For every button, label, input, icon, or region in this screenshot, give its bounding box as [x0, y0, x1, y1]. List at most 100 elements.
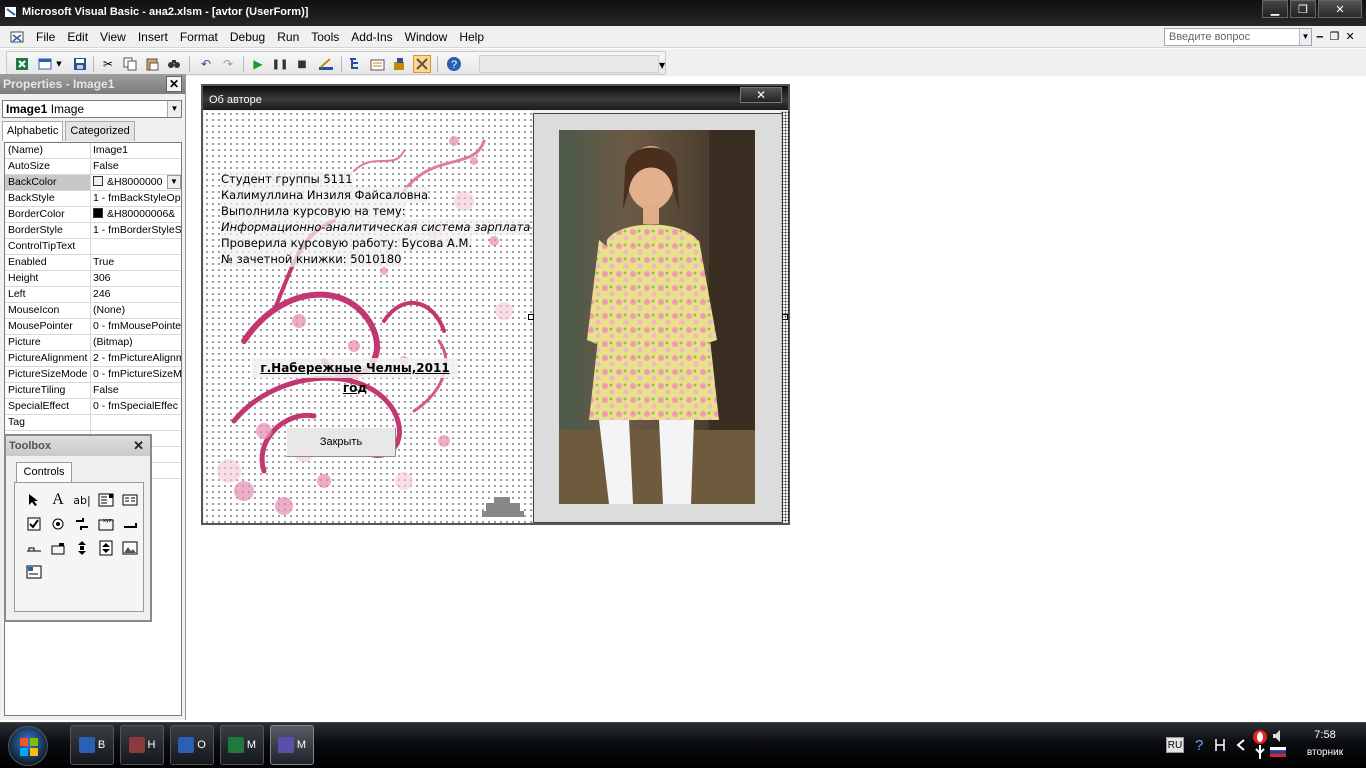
menu-file[interactable]: File — [30, 30, 61, 44]
listbox-tool-icon[interactable] — [121, 491, 139, 509]
minimize-button[interactable]: ▁ — [1262, 0, 1288, 18]
copy-icon[interactable] — [121, 55, 139, 73]
property-value[interactable]: 306 — [91, 271, 181, 286]
image1-control[interactable] — [533, 113, 783, 523]
multipage-tool-icon[interactable] — [49, 539, 67, 557]
property-row[interactable]: Picture (Bitmap) — [5, 335, 181, 351]
form-system-menu-icon[interactable] — [9, 29, 27, 45]
help-icon[interactable]: ? — [445, 55, 463, 73]
toolbox-icon[interactable] — [413, 55, 431, 73]
property-value[interactable]: 1 - fmBorderStyleS — [91, 223, 181, 238]
property-value[interactable]: 246 — [91, 287, 181, 302]
property-row[interactable]: ControlTipText — [5, 239, 181, 255]
menu-add-ins[interactable]: Add-Ins — [345, 30, 398, 44]
network-icon[interactable] — [1214, 737, 1226, 753]
properties-close-button[interactable]: ✕ — [166, 76, 182, 92]
tab-controls[interactable]: Controls — [16, 462, 72, 482]
author-info-label[interactable]: Студент группы 5111 Калимуллина Инзиля Ф… — [221, 171, 531, 267]
property-value[interactable] — [91, 239, 181, 254]
run-icon[interactable]: ▶ — [249, 55, 267, 73]
mdi-close-button[interactable]: ✕ — [1346, 30, 1355, 43]
menu-insert[interactable]: Insert — [132, 30, 174, 44]
help-tray-icon[interactable]: ? — [1192, 735, 1208, 755]
property-value[interactable]: False — [91, 383, 181, 398]
clock[interactable]: 7:58 вторник — [1290, 729, 1360, 758]
label-tool-icon[interactable]: A — [49, 491, 67, 509]
tab-alphabetic[interactable]: Alphabetic — [2, 121, 64, 141]
menu-edit[interactable]: Edit — [61, 30, 94, 44]
scrollbar-tool-icon[interactable] — [73, 539, 91, 557]
toolbar-options-icon[interactable]: ▼ — [659, 61, 665, 70]
insert-userform-icon[interactable] — [37, 55, 55, 73]
property-row[interactable]: AutoSize False — [5, 159, 181, 175]
mdi-restore-button[interactable]: ❐ — [1330, 30, 1340, 43]
userform-designer[interactable]: Об авторе ✕ Студент группы 5111 Калимулл… — [201, 84, 790, 525]
tab-categorized[interactable]: Categorized — [65, 121, 135, 141]
property-dropdown-arrow-icon[interactable]: ▼ — [167, 175, 181, 189]
property-value[interactable] — [91, 415, 181, 430]
property-value[interactable]: (None) — [91, 303, 181, 318]
frame-tool-icon[interactable]: xyz — [97, 515, 115, 533]
properties-icon[interactable] — [369, 55, 387, 73]
textbox-tool-icon[interactable]: ab| — [73, 491, 91, 509]
checkbox-tool-icon[interactable] — [25, 515, 43, 533]
property-row[interactable]: MousePointer 0 - fmMousePointe — [5, 319, 181, 335]
volume-icon[interactable] — [1272, 729, 1286, 743]
design-mode-icon[interactable] — [317, 55, 335, 73]
property-row[interactable]: Tag — [5, 415, 181, 431]
property-row[interactable]: Enabled True — [5, 255, 181, 271]
property-row[interactable]: SpecialEffect 0 - fmSpecialEffec — [5, 399, 181, 415]
combobox-tool-icon[interactable] — [97, 491, 115, 509]
property-row[interactable]: Height 306 — [5, 271, 181, 287]
selection-handle[interactable] — [528, 314, 534, 320]
save-icon[interactable] — [71, 55, 89, 73]
property-value[interactable]: 0 - fmMousePointe — [91, 319, 181, 334]
taskbar-excel-button[interactable]: M — [220, 725, 264, 765]
spinbutton-tool-icon[interactable] — [97, 539, 115, 557]
form-resize-border[interactable] — [781, 111, 789, 523]
commandbutton-tool-icon[interactable] — [121, 515, 139, 533]
property-value[interactable]: 0 - fmSpecialEffec — [91, 399, 181, 414]
refedit-tool-icon[interactable] — [25, 563, 43, 581]
property-value[interactable]: 1 - fmBackStyleOp — [91, 191, 181, 206]
optionbutton-tool-icon[interactable] — [49, 515, 67, 533]
menu-view[interactable]: View — [94, 30, 132, 44]
property-value[interactable]: 2 - fmPictureAlignm — [91, 351, 181, 366]
object-browser-icon[interactable] — [391, 55, 409, 73]
undo-icon[interactable]: ↶ — [197, 55, 215, 73]
tabstrip-tool-icon[interactable] — [25, 539, 43, 557]
break-icon[interactable]: ❚❚ — [271, 55, 289, 73]
maximize-button[interactable]: ❐ — [1290, 0, 1316, 18]
help-dropdown-arrow-icon[interactable]: ▼ — [1299, 29, 1311, 45]
togglebutton-tool-icon[interactable] — [73, 515, 91, 533]
property-row[interactable]: PictureAlignment 2 - fmPictureAlignm — [5, 351, 181, 367]
taskbar-app-button[interactable]: H — [120, 725, 164, 765]
property-value[interactable]: (Bitmap) — [91, 335, 181, 350]
mdi-minimize-button[interactable]: ‒ — [1316, 30, 1324, 43]
object-dropdown-arrow-icon[interactable]: ▼ — [167, 101, 181, 117]
select-objects-icon[interactable] — [25, 491, 43, 509]
close-form-button[interactable]: Закрыть — [286, 427, 396, 457]
taskbar-word-button[interactable]: B — [70, 725, 114, 765]
taskbar-vba-button[interactable]: M — [270, 725, 314, 765]
menu-run[interactable]: Run — [271, 30, 305, 44]
russian-flag-icon[interactable] — [1270, 747, 1286, 757]
property-row[interactable]: BorderColor &H80000006& — [5, 207, 181, 223]
property-value[interactable]: &H8000000 ▼ — [91, 175, 181, 190]
show-hidden-icons-icon[interactable] — [1236, 739, 1246, 751]
property-row[interactable]: BackStyle 1 - fmBackStyleOp — [5, 191, 181, 207]
image-tool-icon[interactable] — [121, 539, 139, 557]
property-row[interactable]: PictureSizeMode 0 - fmPictureSizeM — [5, 367, 181, 383]
menu-help[interactable]: Help — [453, 30, 490, 44]
usb-icon[interactable] — [1254, 745, 1266, 759]
property-value[interactable]: 0 - fmPictureSizeM — [91, 367, 181, 382]
menu-debug[interactable]: Debug — [224, 30, 271, 44]
excel-icon[interactable] — [13, 55, 31, 73]
close-window-button[interactable]: ✕ — [1318, 0, 1362, 18]
opera-icon[interactable] — [1252, 729, 1268, 745]
property-value[interactable]: &H80000006& — [91, 207, 181, 222]
toolbox-close-button[interactable]: ✕ — [133, 438, 144, 454]
property-value[interactable]: Image1 — [91, 143, 181, 158]
help-search-input[interactable]: Введите вопрос ▼ — [1164, 28, 1312, 46]
paste-icon[interactable] — [143, 55, 161, 73]
